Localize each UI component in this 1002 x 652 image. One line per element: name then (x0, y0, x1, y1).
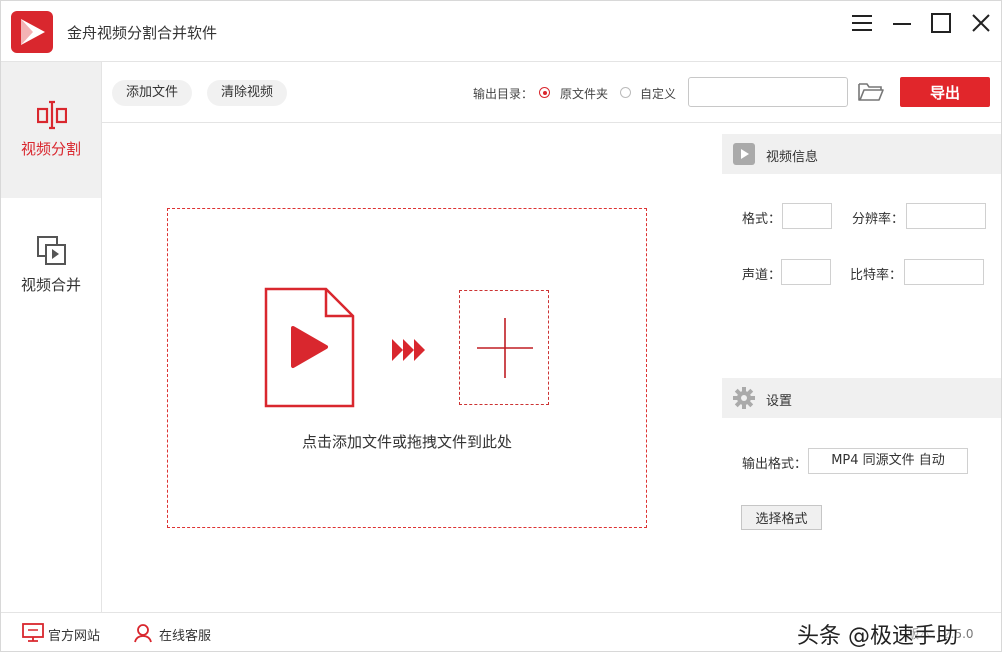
resolution-value-field (906, 203, 986, 229)
export-button[interactable]: 导出 (900, 77, 990, 107)
online-support-label: 在线客服 (159, 629, 212, 644)
sidebar: 视频分割 视频合并 (1, 62, 102, 612)
format-label: 格式： (742, 212, 782, 227)
online-support-link[interactable]: 在线客服 (133, 613, 223, 652)
sidebar-item-label: 视频合并 (20, 276, 81, 294)
plus-icon (477, 318, 533, 378)
close-icon[interactable] (968, 11, 994, 35)
radio-original-label: 原文件夹 (560, 87, 609, 101)
output-dir-label: 输出目录： (473, 87, 534, 101)
video-file-icon (264, 287, 356, 413)
video-info-header: 视频信息 (722, 134, 1001, 174)
radio-custom-label: 自定义 (640, 87, 677, 101)
app-logo-icon (11, 11, 53, 53)
official-website-link[interactable]: 官方网站 (22, 613, 112, 652)
resolution-label: 分辨率： (852, 212, 905, 227)
merge-icon (37, 236, 67, 266)
settings-title: 设置 (766, 394, 793, 409)
output-path-input[interactable] (688, 77, 848, 107)
radio-custom-folder[interactable] (620, 87, 631, 98)
maximize-icon[interactable] (928, 11, 954, 35)
video-info-icon (733, 143, 755, 169)
split-icon (36, 100, 68, 130)
video-info-title: 视频信息 (766, 150, 819, 165)
user-icon (133, 623, 153, 647)
output-format-field[interactable]: MP4 同源文件 自动 (808, 448, 968, 474)
file-drop-zone[interactable]: 点击添加文件或拖拽文件到此处 (167, 208, 647, 528)
format-value-field (782, 203, 832, 229)
title-bar: 金舟视频分割合并软件 (1, 1, 1001, 62)
channel-label: 声道： (742, 268, 782, 283)
channel-value-field (781, 259, 831, 285)
minimize-icon[interactable] (889, 11, 915, 35)
sidebar-item-merge[interactable]: 视频合并 (1, 198, 101, 334)
folder-open-icon[interactable] (856, 77, 886, 107)
official-website-label: 官方网站 (48, 629, 101, 644)
radio-original-folder[interactable] (539, 87, 550, 98)
add-file-button[interactable]: 添加文件 (112, 80, 193, 106)
bitrate-value-field (904, 259, 984, 285)
settings-header: 设置 (722, 378, 1001, 418)
menu-icon[interactable] (849, 11, 875, 35)
toolbar: 添加文件 清除视频 输出目录： 原文件夹 自定义 导出 (102, 62, 1001, 123)
footer: 官方网站 在线客服 版本：2.5.0 头条 @极速手助 (1, 612, 1001, 651)
app-title: 金舟视频分割合并软件 (67, 24, 218, 42)
clear-video-button[interactable]: 清除视频 (207, 80, 288, 106)
add-file-plus-box[interactable] (459, 290, 549, 405)
choose-format-button[interactable]: 选择格式 (741, 505, 822, 530)
sidebar-item-label: 视频分割 (20, 140, 81, 158)
triple-arrow-icon (392, 337, 426, 367)
monitor-icon (22, 623, 44, 647)
gear-icon (733, 387, 755, 413)
output-format-label: 输出格式： (742, 457, 808, 472)
sidebar-item-split[interactable]: 视频分割 (1, 62, 101, 198)
app-window: 金舟视频分割合并软件 视频分割 视频合并 添加文件 清除视频 输出目录： 原文件… (0, 0, 1002, 652)
drop-hint-text: 点击添加文件或拖拽文件到此处 (301, 433, 512, 451)
bitrate-label: 比特率： (850, 268, 903, 283)
watermark-text: 头条 @极速手助 (797, 624, 958, 649)
